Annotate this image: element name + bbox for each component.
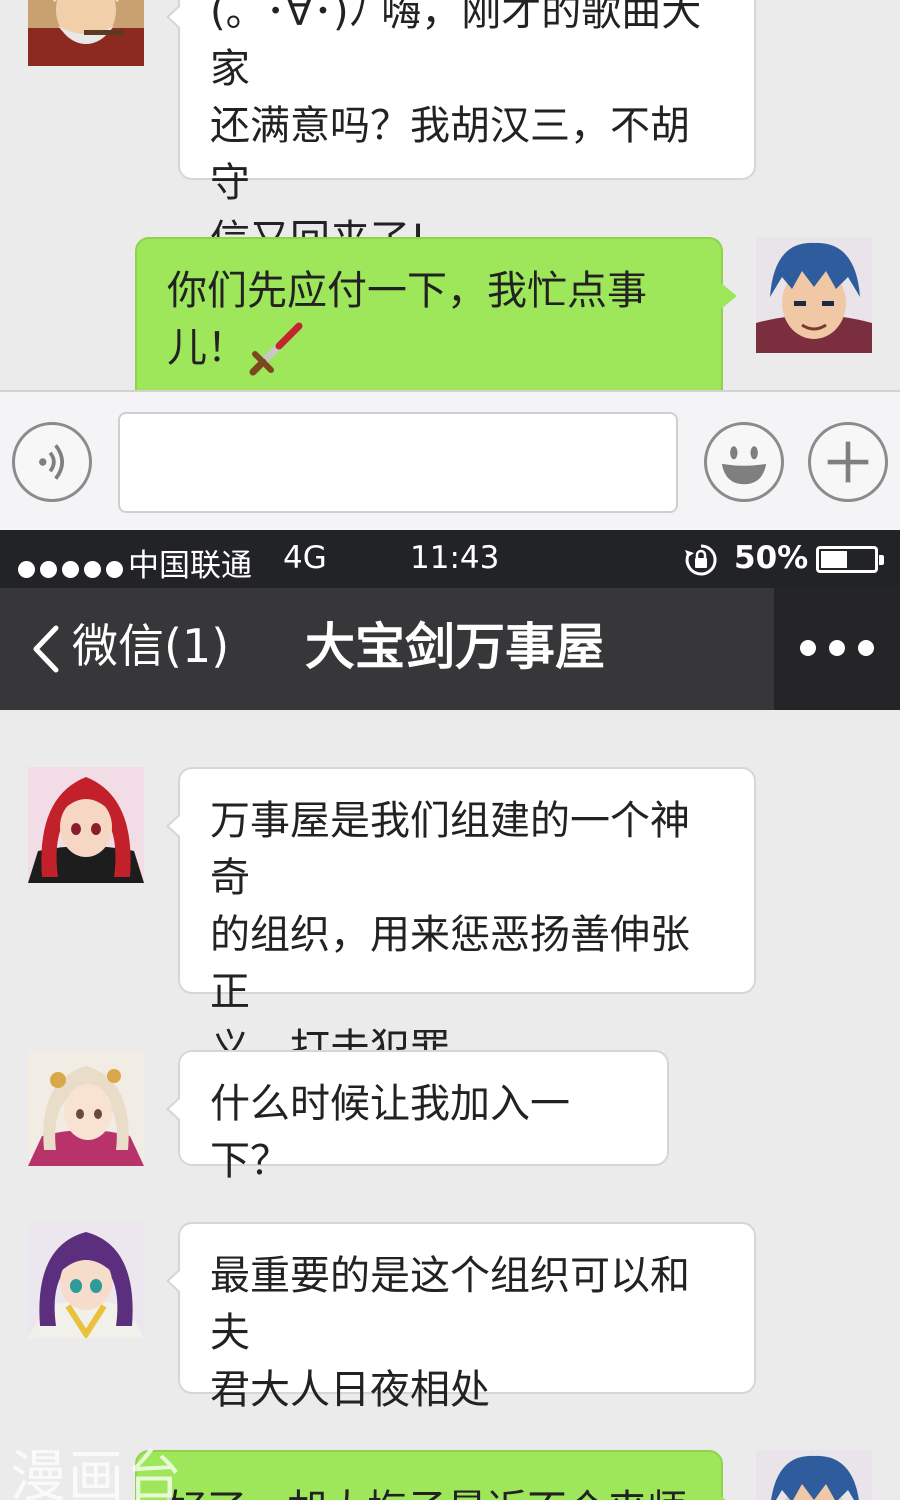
message-input[interactable] [118, 412, 678, 513]
message-bubble-incoming[interactable]: 什么时候让我加入一下？ [166, 1050, 669, 1184]
old-man-avatar[interactable] [28, 0, 144, 66]
smiley-icon [721, 446, 767, 485]
message-line: 万事屋是我们组建的一个神奇 [210, 798, 690, 901]
status-bar: 中国联通 4G 11:43 50% [0, 530, 900, 588]
previous-chat-panel: (。･∀･)ﾉ 嗨，刚才的歌曲大家 还满意吗？我胡汉三，不胡守 信又回来了! 你… [0, 0, 900, 390]
blue-hair-boy-avatar[interactable] [756, 237, 872, 353]
plus-icon [827, 441, 869, 483]
message-line: 儿！ [167, 325, 247, 371]
chevron-left-icon [33, 625, 59, 673]
dagger-emoji-icon [249, 322, 303, 376]
rotation-lock-icon [685, 544, 717, 576]
message-bubble-incoming[interactable]: (。･∀･)ﾉ 嗨，刚才的歌曲大家 还满意吗？我胡汉三，不胡守 信又回来了! [166, 0, 756, 263]
blue-hair-boy-avatar[interactable] [756, 1450, 872, 1500]
message-input-bar [0, 390, 900, 530]
message-bubble-incoming[interactable]: 万事屋是我们组建的一个神奇 的组织，用来惩恶扬善伸张正 义，打击犯罪... [166, 767, 756, 1072]
voice-wave-icon [39, 444, 65, 480]
watermark: 漫画台 [10, 1445, 184, 1500]
back-label: 微信(1) [72, 619, 230, 673]
message-line: 最重要的是这个组织可以和夫 [210, 1253, 690, 1356]
message-line: 好了，胡大梅子最近不介来师 [167, 1482, 691, 1500]
emoji-button[interactable] [704, 422, 784, 502]
purple-hair-girl-avatar[interactable] [28, 1222, 144, 1338]
chat-title: 大宝剑万事屋 [305, 618, 605, 676]
signal-strength-icon [18, 550, 128, 586]
message-bubble-outgoing[interactable]: 你们先应付一下，我忙点事 儿！ [135, 237, 737, 390]
message-line: 你们先应付一下，我忙点事 [167, 268, 647, 314]
message-bubble-incoming[interactable]: 最重要的是这个组织可以和夫 君大人日夜相处 [166, 1222, 756, 1413]
message-bubble-outgoing[interactable]: 好了，胡大梅子最近不介来师 [135, 1450, 737, 1500]
message-line: (。･∀･)ﾉ 嗨，刚才的歌曲大家 [210, 0, 702, 92]
message-line: 什么时候让我加入一下？ [210, 1081, 570, 1184]
battery-percent: 50% [734, 540, 809, 576]
carrier-name: 中国联通 [128, 548, 252, 584]
message-line: 还满意吗？我胡汉三，不胡守 [210, 103, 690, 206]
voice-button[interactable] [12, 422, 92, 502]
back-button[interactable]: 微信(1) [22, 612, 232, 682]
message-line: 的组织，用来惩恶扬善伸张正 [210, 912, 690, 1015]
battery-icon [816, 546, 884, 573]
nav-bar: 微信(1) 大宝剑万事屋 [0, 588, 900, 710]
more-button[interactable] [774, 588, 900, 710]
network-type: 4G [283, 540, 327, 576]
status-time: 11:43 [410, 540, 500, 576]
white-hair-girl-avatar[interactable] [28, 1050, 144, 1166]
message-line: 君大人日夜相处 [210, 1367, 490, 1413]
red-hair-girl-avatar[interactable] [28, 767, 144, 883]
add-button[interactable] [808, 422, 888, 502]
